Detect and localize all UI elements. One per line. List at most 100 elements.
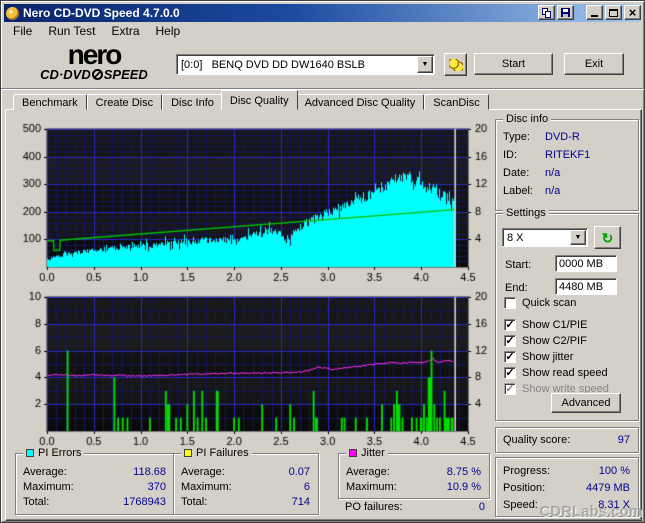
- pi-errors-maximum: 370: [147, 481, 166, 493]
- jitter-legend-swatch: [349, 449, 357, 457]
- disc-type-row: Type: DVD-R: [503, 131, 580, 143]
- position-value: 4479 MB: [585, 482, 630, 494]
- disc-icon: [91, 69, 103, 80]
- quick-scan-row: ✓ Quick scan: [504, 296, 576, 309]
- pi-failures-total: 714: [291, 496, 310, 508]
- pi-errors-panel: PI Errors Average: 118.68 Maximum: 370 Tot…: [15, 447, 175, 515]
- pi-failures-legend-swatch: [184, 449, 192, 457]
- minimize-icon: [591, 15, 598, 17]
- close-icon: ×: [628, 4, 637, 20]
- start-button[interactable]: Start: [474, 53, 553, 75]
- disc-label-value: n/a: [545, 185, 561, 197]
- drive-select-value: [0:0] BENQ DVD DD DW1640 BSLB: [181, 58, 366, 71]
- progress-panel: Progress: 100 % Position: 4479 MB Speed: 8.…: [495, 457, 639, 517]
- eject-icon: [448, 58, 463, 71]
- eject-button[interactable]: [444, 53, 467, 76]
- disc-id-value: RITEKF1: [545, 149, 591, 161]
- jitter-maximum: 10.9 %: [446, 481, 481, 493]
- tab-disc-quality[interactable]: Disc Quality: [220, 90, 298, 110]
- disc-id-row: ID: RITEKF1: [503, 149, 591, 161]
- pi-failures-maximum: 6: [303, 481, 310, 493]
- menu-file[interactable]: File: [5, 22, 40, 41]
- progress-row: Progress: 100 %: [503, 465, 630, 477]
- tab-create-disc[interactable]: Create Disc: [86, 94, 163, 110]
- refresh-button[interactable]: ↻: [594, 226, 621, 249]
- show-c2-pif-checkbox[interactable]: ✓: [504, 334, 516, 347]
- show-c2-pif-row: ✓ Show C2/PIF: [504, 334, 587, 347]
- settings-panel: Settings 8 X ▼ ↻ Start: 0000 MB End: 448…: [495, 207, 639, 421]
- toolbar-separator: [1, 88, 644, 90]
- speed-select[interactable]: 8 X ▼: [502, 228, 588, 247]
- pi-errors-average: 118.68: [133, 466, 166, 478]
- show-read-speed-checkbox[interactable]: ✓: [504, 366, 516, 379]
- chevron-down-icon: ▼: [421, 61, 429, 68]
- jitter-average: 8.75 %: [446, 466, 481, 478]
- copy-button[interactable]: [538, 5, 555, 20]
- drive-select[interactable]: [0:0] BENQ DVD DD DW1640 BSLB ▼: [176, 54, 435, 75]
- tab-advanced-disc-quality[interactable]: Advanced Disc Quality: [295, 94, 425, 110]
- logo-speed-text: SPEED: [103, 67, 148, 82]
- pi-errors-title: PI Errors: [38, 447, 82, 459]
- show-write-speed-checkbox[interactable]: ✓: [504, 382, 516, 395]
- pi-failures-panel: PI Failures Average: 0.07 Maximum: 6 Total…: [173, 447, 319, 515]
- tab-strip: Benchmark Create Disc Disc Info Disc Qua…: [13, 90, 489, 110]
- show-read-speed-row: ✓ Show read speed: [504, 366, 608, 379]
- close-button[interactable]: ×: [624, 5, 641, 20]
- speed-select-value: 8 X: [507, 231, 524, 244]
- start-position-input[interactable]: 0000 MB: [555, 255, 617, 272]
- position-row: Position: 4479 MB: [503, 482, 630, 494]
- po-failures-row: PO failures: 0: [345, 501, 485, 514]
- disc-label-row: Label: n/a: [503, 185, 561, 197]
- disc-date-row: Date: n/a: [503, 167, 561, 179]
- show-c1-pie-row: ✓ Show C1/PIE: [504, 318, 588, 331]
- quick-scan-checkbox[interactable]: ✓: [504, 296, 516, 309]
- show-jitter-checkbox[interactable]: ✓: [504, 350, 516, 363]
- speed-value: 8.31 X: [598, 499, 630, 511]
- save-button[interactable]: [557, 5, 574, 20]
- pi-failures-average: 0.07: [288, 466, 310, 478]
- app-icon: [6, 6, 19, 20]
- maximize-icon: [609, 8, 618, 17]
- nero-logo-text: nero: [67, 39, 123, 70]
- exit-button[interactable]: Exit: [564, 53, 624, 75]
- nero-logo: nero CD·DVD SPEED: [15, 39, 173, 83]
- chevron-down-icon: ▼: [574, 234, 582, 241]
- disc-type-value: DVD-R: [545, 131, 580, 143]
- maximize-button[interactable]: [605, 5, 622, 20]
- pie-read-speed-chart: [9, 119, 489, 285]
- disc-info-panel: Disc info Type: DVD-R ID: RITEKF1 Date: n/a…: [495, 113, 639, 211]
- tab-benchmark[interactable]: Benchmark: [13, 94, 87, 110]
- logo-cddvd-text: CD·DVD: [40, 67, 91, 82]
- po-failures-value: 0: [478, 501, 485, 513]
- show-c1-pie-checkbox[interactable]: ✓: [504, 318, 516, 331]
- menu-help[interactable]: Help: [148, 22, 189, 41]
- start-position-label: Start:: [505, 259, 532, 271]
- advanced-button[interactable]: Advanced: [551, 393, 621, 413]
- pif-jitter-chart: [9, 285, 489, 449]
- minimize-button[interactable]: [586, 5, 603, 20]
- menubar: File Run Test Extra Help: [5, 23, 188, 40]
- window-title: Nero CD-DVD Speed 4.7.0.0: [23, 6, 180, 20]
- titlebar[interactable]: Nero CD-DVD Speed 4.7.0.0 ×: [4, 4, 641, 22]
- tab-scandisc[interactable]: ScanDisc: [424, 94, 489, 110]
- pi-errors-legend-swatch: [26, 449, 34, 457]
- save-icon: [561, 8, 570, 17]
- jitter-panel: Jitter Average: 8.75 % Maximum: 10.9 %: [338, 447, 490, 499]
- copy-icon: [542, 7, 551, 18]
- pi-errors-total: 1768943: [123, 496, 166, 508]
- refresh-icon: ↻: [601, 229, 614, 246]
- tab-disc-info[interactable]: Disc Info: [162, 94, 223, 110]
- po-failures-label: PO failures:: [345, 501, 403, 513]
- progress-value: 100 %: [598, 465, 630, 477]
- drive-select-arrow[interactable]: ▼: [417, 56, 433, 73]
- speed-row: Speed: 8.31 X: [503, 499, 630, 511]
- end-position-input[interactable]: 4480 MB: [555, 278, 617, 295]
- show-jitter-row: ✓ Show jitter: [504, 350, 574, 363]
- quality-score-panel: Quality score: 97: [495, 427, 639, 453]
- settings-title: Settings: [503, 207, 549, 219]
- quality-score-value: 97: [617, 434, 630, 446]
- disc-info-title: Disc info: [503, 113, 552, 125]
- speed-select-arrow[interactable]: ▼: [570, 230, 586, 245]
- disc-date-value: n/a: [545, 167, 561, 179]
- jitter-title: Jitter: [361, 447, 385, 459]
